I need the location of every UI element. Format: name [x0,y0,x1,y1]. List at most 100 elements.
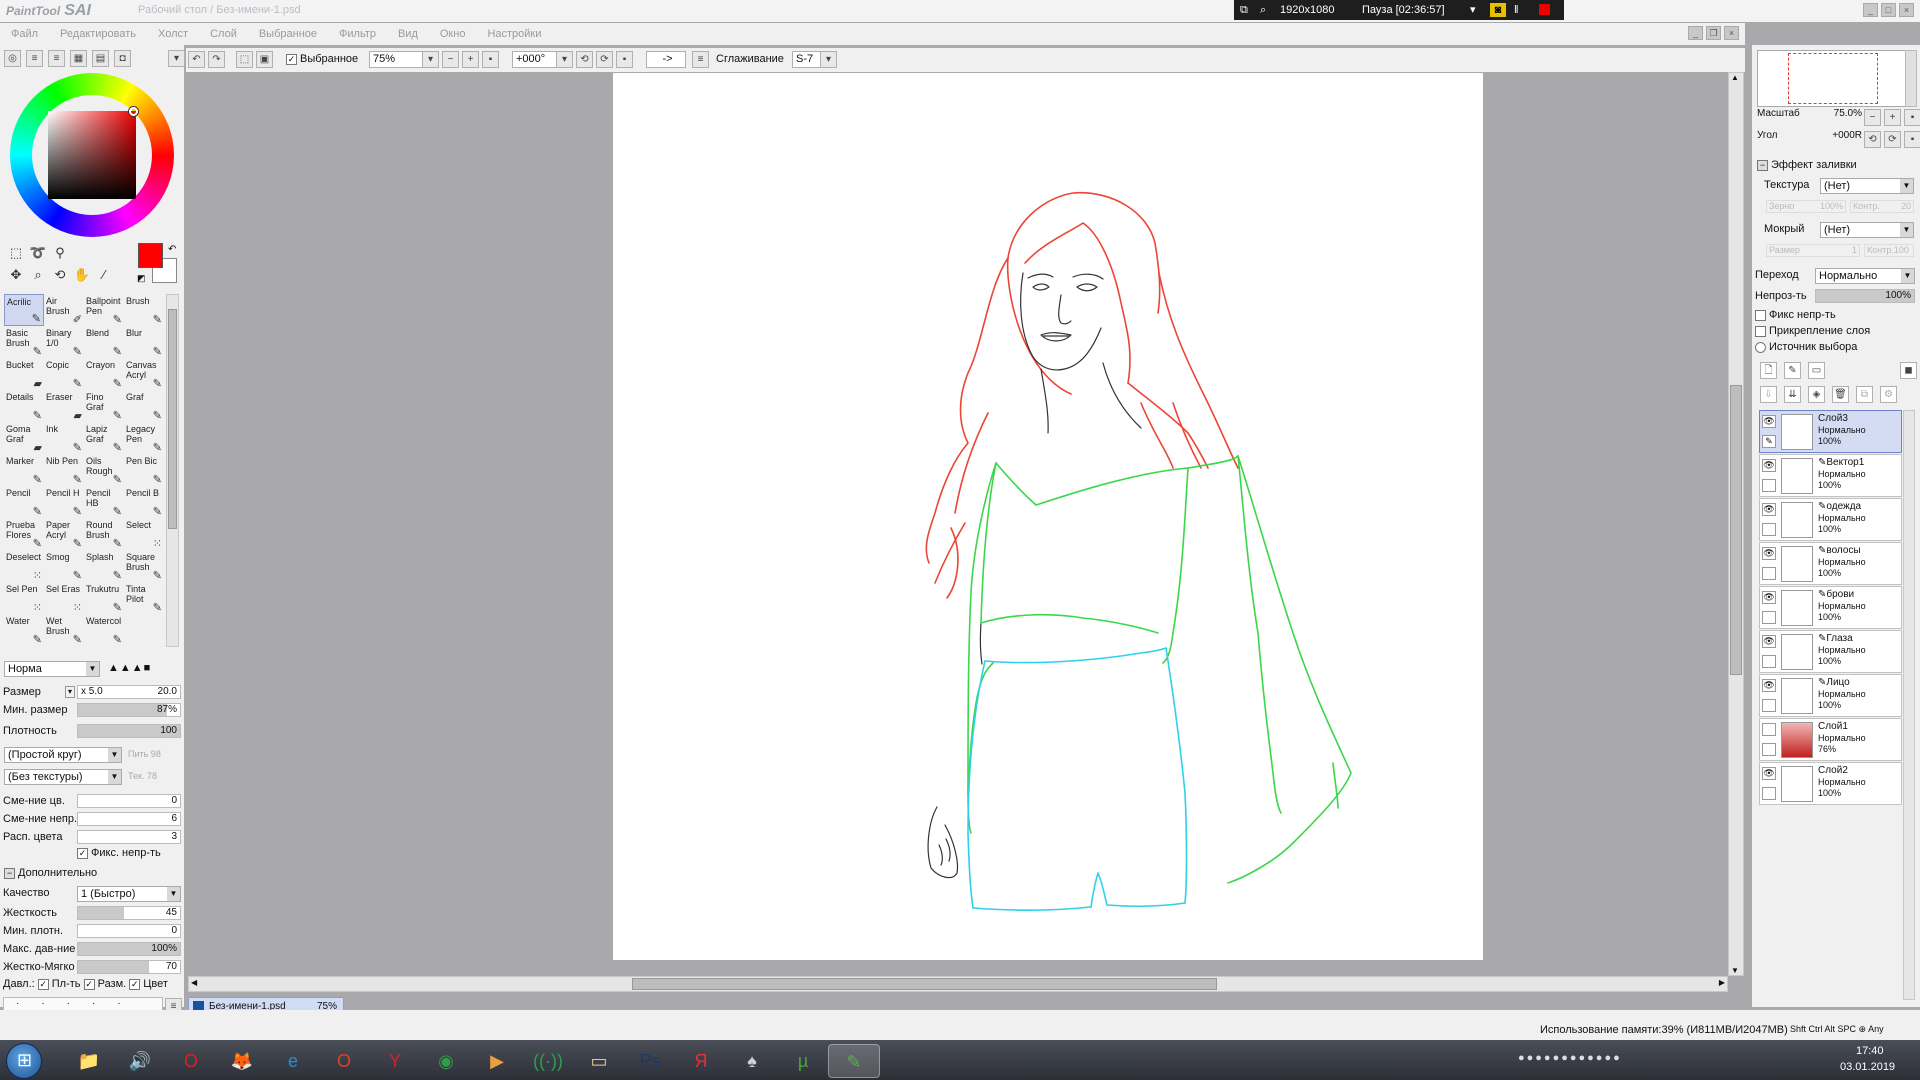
layer-lock-icon[interactable] [1762,479,1776,492]
brush-preset[interactable]: Air Brush ✐ [44,294,84,326]
angle-dropdown-icon[interactable]: ▾ [556,51,573,68]
layer-row[interactable]: Слой1 Нормально 76% [1759,718,1902,761]
brush-preset[interactable]: Tinta Pilot ✎ [124,582,164,614]
canvas-vertical-scrollbar[interactable]: ▲ ▼ [1728,72,1744,976]
brush-preset[interactable]: Pencil ✎ [4,486,44,518]
move-icon[interactable]: ✥ [6,267,26,285]
brush-preset[interactable]: Lapiz Graf ✎ [84,422,124,454]
quality-select[interactable]: 1 (Быстро) ▼ [77,886,181,902]
navigator-preview[interactable] [1757,50,1917,107]
swatches-tab-icon[interactable]: ▦ [70,50,87,67]
visibility-eye-icon[interactable]: 👁 [1762,547,1776,560]
selection-checkbox[interactable]: ✓ [286,53,297,65]
foreground-color-swatch[interactable] [138,243,163,268]
fix-opacity-toggle[interactable]: Фикс непр-ть [1755,309,1836,321]
brush-preset[interactable]: Smog ✎ [44,550,84,582]
brush-preset[interactable]: Round Brush ✎ [84,518,124,550]
taskbar-app-network[interactable]: ((·)) [522,1044,574,1078]
density-slider[interactable]: 100 [77,724,181,738]
layer-row[interactable]: 👁 ✎брови Нормально 100% [1759,586,1902,629]
redo-icon[interactable]: ↷ [208,51,225,68]
nav-zoom-out-icon[interactable]: − [1864,109,1881,126]
maximize-button[interactable]: □ [1881,3,1896,17]
texture-strength[interactable]: Тек. 78 [128,771,157,781]
brush-preset[interactable]: Water ✎ [4,614,44,646]
nav-rotate-left-icon[interactable]: ⟲ [1864,131,1881,148]
max-pressure-slider[interactable]: 100% [77,942,181,956]
taskbar-app-folder[interactable]: ▭ [573,1044,625,1078]
lasso-icon[interactable]: ➰ [28,245,48,263]
visibility-eye-icon[interactable]: 👁 [1762,679,1776,692]
texture-select[interactable]: (Нет) ▼ [1820,178,1914,194]
brush-preset[interactable]: Goma Graf ▰ [4,422,44,454]
brush-preset[interactable]: Watercol ✎ [84,614,124,646]
zoom-in-icon[interactable]: + [462,51,479,68]
brush-preset[interactable]: Splash ✎ [84,550,124,582]
brush-preset[interactable]: Prueba Flores ✎ [4,518,44,550]
brush-preset[interactable]: Fino Graf ✎ [84,390,124,422]
stabilizer-icon[interactable]: ≡ [692,51,709,68]
layer-row[interactable]: 👁 ✎Вектор1 Нормально 100% [1759,454,1902,497]
reset-colors-icon[interactable]: ◩ [137,273,146,284]
hsv-slider-tab-icon[interactable]: ≡ [48,50,65,67]
clock-date[interactable]: 03.01.2019 [1840,1061,1895,1073]
brush-shape-select[interactable]: (Простой круг) ▼ [4,747,122,763]
eyedropper-icon[interactable]: ⁄ [94,267,114,285]
nav-zoom-reset-icon[interactable]: ▪ [1904,109,1920,126]
brush-texture-select[interactable]: (Без текстуры) ▼ [4,769,122,785]
taskbar-app-opera2[interactable]: O [318,1044,370,1078]
brush-grid-scroll-thumb[interactable] [168,309,177,529]
pause-icon[interactable]: ‖ [1514,0,1519,20]
brush-preset[interactable]: Acrilic ✎ [4,294,44,326]
minimize-button[interactable]: _ [1863,3,1878,17]
taskbar-app-yandex-browser[interactable]: Y [369,1044,421,1078]
layer-row[interactable]: 👁 ✎ Слой3 Нормально 100% [1759,410,1902,453]
start-button[interactable]: ⊞ [6,1043,42,1079]
brush-preset[interactable]: Bucket ▰ [4,358,44,390]
taskbar-app-audio[interactable]: 🔊 [114,1044,166,1078]
fill-effect-header[interactable]: − Эффект заливки [1757,159,1857,171]
brush-preset[interactable]: Details ✎ [4,390,44,422]
wet-size-slider[interactable]: Размер 1 [1766,244,1860,257]
deselect-icon[interactable]: ⬚ [236,51,253,68]
brush-grid-scrollbar[interactable] [166,294,179,647]
layer-list-scrollbar[interactable] [1903,410,1915,1000]
brush-preset[interactable]: Pencil B ✎ [124,486,164,518]
layer-lock-icon[interactable] [1762,787,1776,800]
min-density-slider[interactable]: 0 [77,924,181,938]
taskbar-app-cards[interactable]: ♠ [726,1044,778,1078]
opacity-slider[interactable]: 100% [1815,289,1915,303]
delete-layer-icon[interactable]: 🗑 [1832,386,1849,403]
rgb-slider-tab-icon[interactable]: ≡ [26,50,43,67]
brush-preset[interactable]: Trukutru ✎ [84,582,124,614]
selection-source-toggle[interactable]: Источник выбора [1755,341,1857,353]
brush-preset[interactable]: Eraser ▰ [44,390,84,422]
zoom-reset-icon[interactable]: ▪ [482,51,499,68]
transfer-down-icon[interactable]: ⇩ [1760,386,1777,403]
zoom-out-icon[interactable]: − [442,51,459,68]
magic-wand-icon[interactable]: ⚲ [50,245,70,263]
pressure-size-checkbox[interactable]: ✓ [83,978,95,990]
color-cursor[interactable] [129,107,138,116]
taskbar-app-chrome[interactable]: ◉ [420,1044,472,1078]
keep-opacity-toggle[interactable]: ✓ Фикс. непр-ть [77,847,161,859]
mixer-tab-icon[interactable]: ◘ [114,50,131,67]
layer-lock-icon[interactable] [1762,523,1776,536]
brush-preset[interactable]: Square Brush ✎ [124,550,164,582]
canvas-horizontal-scrollbar[interactable]: ◀ ▶ [188,976,1728,992]
navigator-viewport[interactable] [1788,53,1878,104]
scroll-down-icon[interactable]: ▼ [1731,966,1739,975]
pressure-density-checkbox[interactable]: ✓ [37,978,49,990]
layer-mask-icon[interactable]: ◼ [1900,362,1917,379]
menu-view[interactable]: Вид [387,23,429,45]
size-slider[interactable]: x 5.0 20.0 [77,685,181,699]
layer-row[interactable]: 👁 ✎Глаза Нормально 100% [1759,630,1902,673]
brush-preset[interactable]: Brush ✎ [124,294,164,326]
fix-opacity-checkbox[interactable] [1755,309,1766,321]
camera-icon[interactable]: ◙ [1490,3,1506,17]
rotate-left-icon[interactable]: ⟲ [576,51,593,68]
horizontal-scroll-thumb[interactable] [632,978,1217,990]
brush-preset[interactable]: Canvas Acryl ✎ [124,358,164,390]
scroll-up-icon[interactable]: ▲ [1731,73,1739,82]
blend-slider[interactable]: 0 [77,794,181,808]
